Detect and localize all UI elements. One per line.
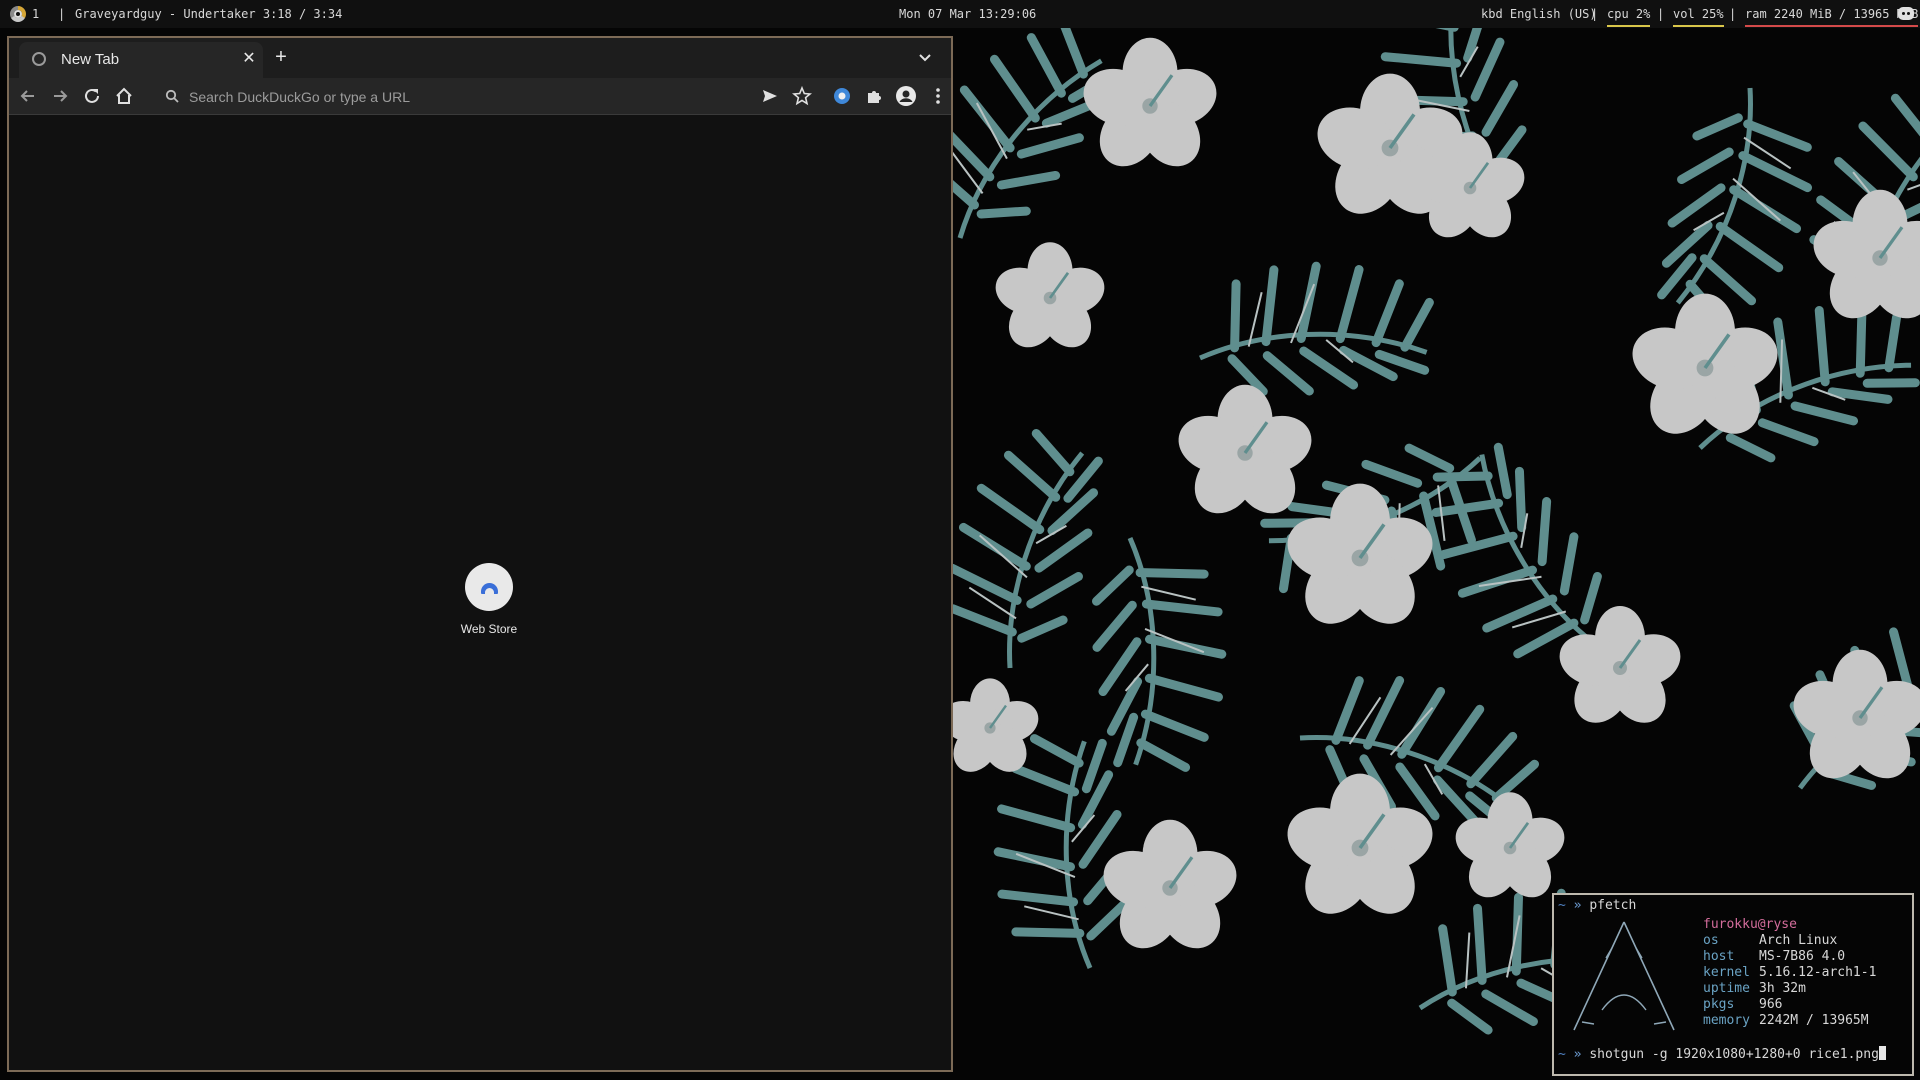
address-input[interactable] (187, 85, 711, 109)
pfetch-value: Arch Linux (1759, 933, 1838, 948)
extension-icon (834, 88, 850, 104)
ram-usage-text: ram 2240 MiB / 13965 MiB (1745, 7, 1919, 21)
bar-separator: | (1729, 7, 1737, 21)
star-icon (792, 85, 812, 106)
prompt-line-1: ~ » pfetch (1558, 898, 1636, 914)
keyboard-layout: kbd English (US) (1481, 7, 1597, 21)
shortcut-label: Web Store (460, 622, 518, 636)
bar-separator: | (58, 7, 66, 21)
pfetch-value: 966 (1759, 997, 1783, 1012)
cpu-underline (1607, 25, 1651, 27)
bar-clock: Mon 07 Mar 13:29:06 (899, 7, 1037, 21)
tab-strip: New Tab ✕ + (9, 38, 951, 78)
pfetch-key: os (1703, 933, 1719, 948)
search-icon (165, 89, 179, 103)
browser-menu-button[interactable] (927, 85, 949, 107)
new-tab-button[interactable]: + (269, 45, 293, 69)
back-button[interactable] (17, 85, 39, 107)
arch-logo-icon (1573, 921, 1675, 1031)
cpu-usage-text: cpu 2% (1607, 7, 1651, 21)
send-tab-button[interactable] (759, 85, 781, 107)
reload-button[interactable] (81, 85, 103, 107)
forward-button[interactable] (49, 85, 71, 107)
new-tab-page: Web Store (9, 115, 951, 1070)
browser-toolbar (9, 78, 951, 115)
bookmark-button[interactable] (791, 85, 813, 107)
command-text: pfetch (1589, 898, 1637, 913)
prompt-arrow: » (1573, 1047, 1582, 1062)
kebab-menu-icon (936, 88, 940, 104)
shortcut-web-store[interactable]: Web Store (439, 563, 539, 636)
bar-separator: | (1657, 7, 1665, 21)
omnibox[interactable] (157, 81, 757, 111)
terminal-window[interactable]: ~ » pfetch furokku@ryse os Arch Linux ho… (1552, 893, 1914, 1076)
volume-underline (1673, 25, 1724, 27)
web-store-icon (481, 583, 498, 594)
extensions-menu-button[interactable] (863, 85, 885, 107)
reload-icon (85, 88, 99, 103)
pfetch-key: pkgs (1703, 997, 1735, 1012)
avatar-icon (896, 86, 916, 106)
shortcut-tile (465, 563, 513, 611)
chevron-down-icon (919, 54, 931, 62)
close-icon: ✕ (242, 50, 256, 67)
now-playing: Graveyardguy - Undertaker 3:18 / 3:34 (75, 7, 343, 21)
tab-new-tab[interactable]: New Tab ✕ (19, 42, 263, 78)
ram-usage: ram 2240 MiB / 13965 MiB (1745, 0, 1919, 28)
volume: vol 25% (1673, 0, 1724, 28)
pfetch-key: host (1703, 949, 1735, 964)
pfetch-key: memory (1703, 1013, 1750, 1028)
pfetch-value: 2242M / 13965M (1759, 1013, 1869, 1028)
close-tab-button[interactable]: ✕ (239, 49, 259, 69)
send-icon (763, 90, 777, 102)
browser-window: New Tab ✕ + Search DuckDuckGo or type a … (7, 36, 953, 1072)
profile-button[interactable] (895, 85, 917, 107)
prompt-line-2: ~ » shotgun -g 1920x1080+1280+0 rice1.pn… (1558, 1046, 1886, 1063)
chrome-icon[interactable] (10, 6, 26, 22)
cpu-usage: cpu 2% (1607, 0, 1651, 28)
pfetch-value: 3h 32m (1759, 981, 1806, 996)
discord-icon[interactable] (1898, 7, 1914, 20)
home-button[interactable] (113, 85, 135, 107)
prompt-tilde: ~ (1558, 898, 1566, 913)
pfetch-key: uptime (1703, 981, 1750, 996)
plus-icon: + (275, 46, 287, 68)
tab-title: New Tab (61, 51, 120, 68)
arrow-left-icon (20, 90, 34, 102)
volume-text: vol 25% (1673, 7, 1724, 21)
prompt-arrow: » (1573, 898, 1582, 913)
ram-underline (1745, 25, 1919, 27)
pfetch-key: kernel (1703, 965, 1750, 980)
prompt-tilde: ~ (1558, 1047, 1566, 1062)
bar-separator: | (1591, 7, 1599, 21)
command-text: shotgun -g 1920x1080+1280+0 rice1.png (1589, 1047, 1879, 1062)
workspace-number[interactable]: 1 (32, 0, 39, 28)
extension-button[interactable] (831, 85, 853, 107)
puzzle-icon (868, 91, 881, 103)
home-icon (116, 87, 132, 104)
pfetch-value: 5.16.12-arch1-1 (1759, 965, 1877, 980)
arrow-right-icon (54, 90, 68, 102)
pfetch-user: furokku@ryse (1703, 917, 1797, 932)
pfetch-value: MS-7B86 4.0 (1759, 949, 1846, 964)
text-cursor (1878, 1046, 1886, 1060)
globe-icon (32, 52, 46, 66)
tab-search-button[interactable] (915, 47, 935, 67)
status-bar: 1 | Graveyardguy - Undertaker 3:18 / 3:3… (0, 0, 1920, 28)
